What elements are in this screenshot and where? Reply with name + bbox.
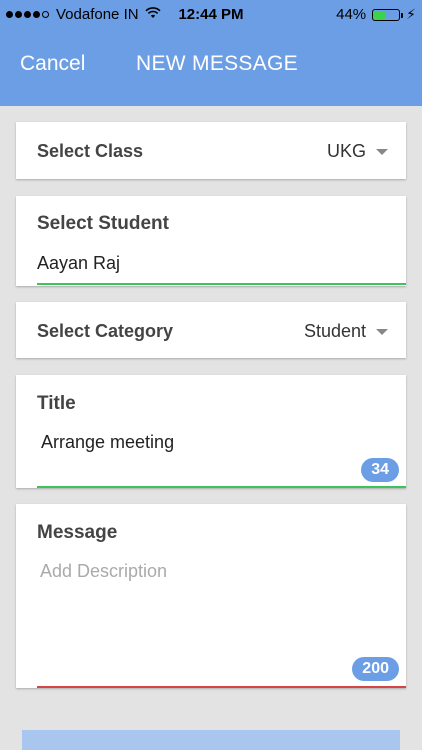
select-class-label: Select Class: [37, 141, 144, 161]
cancel-button[interactable]: Cancel: [20, 52, 85, 76]
select-category-dropdown[interactable]: Select Category Student: [16, 302, 406, 358]
select-category-value: Student: [303, 321, 366, 341]
battery-fill: [374, 10, 385, 19]
message-label: Message: [37, 522, 118, 543]
select-category-label: Select Category: [37, 321, 174, 341]
student-underline: [37, 283, 406, 285]
title-underline: [37, 486, 406, 488]
send-button[interactable]: [22, 730, 400, 750]
header: Vodafone IN 12:44 PM 44% ⚡︎ Cancel NEW M…: [0, 0, 422, 106]
message-textarea[interactable]: [40, 561, 380, 651]
battery-percent: 44%: [336, 6, 367, 23]
select-class-value: UKG: [326, 141, 366, 161]
title-label: Title: [37, 393, 76, 414]
select-student-label: Select Student: [37, 213, 169, 234]
bolt-icon: ⚡︎: [406, 6, 416, 22]
title-char-counter: 34: [361, 458, 399, 482]
form-area: Select Class UKG Select Student Select C…: [0, 106, 422, 750]
page-title: NEW MESSAGE: [136, 52, 298, 75]
status-bar: Vodafone IN 12:44 PM 44% ⚡︎: [0, 0, 422, 30]
message-underline: [37, 686, 406, 688]
status-right: 44% ⚡︎: [336, 6, 416, 23]
select-student-card: Select Student: [16, 196, 406, 286]
chevron-down-icon: [376, 149, 388, 155]
battery-icon: [372, 8, 404, 21]
select-class-dropdown[interactable]: Select Class UKG: [16, 122, 406, 179]
student-input[interactable]: [37, 253, 377, 274]
chevron-down-icon: [376, 329, 388, 335]
nav-bar: Cancel NEW MESSAGE: [0, 36, 422, 92]
message-card: Message 200: [16, 504, 406, 688]
title-card: Title 34: [16, 375, 406, 488]
title-input[interactable]: [41, 432, 341, 453]
message-char-counter: 200: [352, 657, 399, 681]
